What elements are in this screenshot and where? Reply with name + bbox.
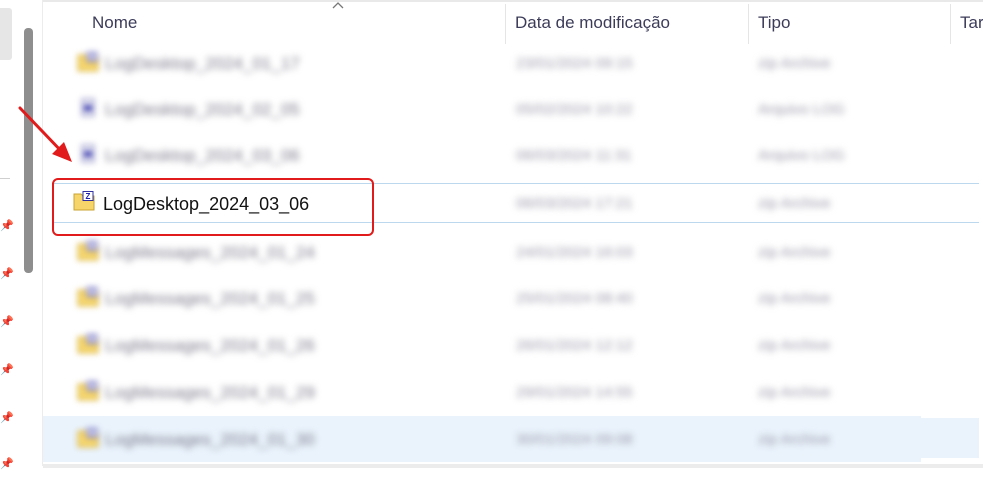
file-date: 26/01/2024 12:12 (516, 337, 633, 354)
file-date: 05/02/2024 10:22 (516, 101, 633, 118)
zip-folder-icon: Z (77, 334, 99, 354)
file-date: 24/01/2024 16:03 (516, 244, 633, 261)
pin-icon[interactable]: 📌 (0, 458, 14, 470)
zip-folder-icon: Z (77, 428, 99, 448)
file-row[interactable]: Z LogMessages_2024_01_29 29/01/2024 14:55 z… (43, 369, 921, 415)
file-row[interactable]: LogDesktop_2024_03_06 06/03/2024 11:31 Arq… (43, 132, 921, 178)
svg-text:Z: Z (90, 288, 95, 297)
pin-icon[interactable]: 📌 (0, 316, 14, 328)
svg-text:Z: Z (90, 335, 95, 344)
hover-row-extension (921, 418, 979, 458)
column-divider[interactable] (748, 4, 749, 44)
file-name: LogDesktop_2024_02_05 (105, 100, 300, 119)
file-type: zip Archive (758, 337, 831, 354)
file-date: 06/03/2024 11:31 (516, 147, 632, 164)
red-arrow-annotation (18, 106, 72, 162)
pin-icon[interactable]: 📌 (0, 364, 14, 376)
svg-text:Z: Z (90, 429, 95, 438)
file-date: 29/01/2024 14:55 (516, 384, 633, 401)
red-highlight-box (52, 178, 374, 236)
file-row[interactable]: Z LogMessages_2024_01_26 26/01/2024 12:12 z… (43, 322, 921, 368)
file-type: Arquivo LOG (758, 147, 845, 164)
file-row[interactable]: Z LogMessages_2024_01_30 30/01/2024 09:08 z… (43, 416, 921, 462)
file-name: LogMessages_2024_01_26 (105, 336, 315, 355)
zip-folder-icon: Z (77, 287, 99, 307)
zip-folder-icon: Z (77, 241, 99, 261)
file-name: LogDesktop_2024_03_06 (105, 146, 300, 165)
column-header: Nome Data de modificação Tipo Tar (43, 2, 983, 44)
zip-folder-icon: Z (77, 52, 99, 72)
file-name: LogMessages_2024_01_30 (105, 430, 315, 449)
column-header-type[interactable]: Tipo (758, 13, 790, 33)
column-header-date[interactable]: Data de modificação (515, 13, 670, 33)
nav-selected-item[interactable] (0, 8, 12, 60)
file-name: LogMessages_2024_01_24 (105, 243, 315, 262)
pin-icon[interactable]: 📌 (0, 268, 14, 280)
column-header-name[interactable]: Nome (92, 13, 137, 33)
file-type: zip Archive (758, 431, 831, 448)
file-row[interactable]: LogDesktop_2024_02_05 05/02/2024 10:22 Arq… (43, 86, 921, 132)
zip-folder-icon: Z (77, 381, 99, 401)
file-date: 06/03/2024 17:21 (516, 195, 633, 212)
pin-icon[interactable]: 📌 (0, 220, 14, 232)
file-name: LogMessages_2024_01_25 (105, 289, 315, 308)
horizontal-scrollbar[interactable] (43, 464, 983, 468)
column-divider[interactable] (950, 4, 951, 44)
column-divider[interactable] (505, 4, 506, 44)
column-header-size[interactable]: Tar (960, 13, 983, 33)
navigation-pane (0, 0, 42, 466)
pin-icon[interactable]: 📌 (0, 412, 14, 424)
nav-separator (0, 178, 10, 179)
file-type: zip Archive (758, 290, 831, 307)
file-date: 23/01/2024 09:15 (516, 55, 633, 72)
file-type: zip Archive (758, 384, 831, 401)
file-row[interactable]: Z LogMessages_2024_01_25 25/01/2024 08:40 z… (43, 275, 921, 321)
file-name: LogDesktop_2024_01_17 (105, 54, 300, 73)
svg-text:Z: Z (90, 382, 95, 391)
file-date: 30/01/2024 09:08 (516, 431, 633, 448)
file-name: LogMessages_2024_01_29 (105, 383, 315, 402)
sort-ascending-icon (332, 2, 344, 9)
file-type: zip Archive (758, 55, 831, 72)
file-type: Arquivo LOG (758, 101, 845, 118)
svg-text:Z: Z (90, 53, 95, 62)
file-type: zip Archive (758, 244, 831, 261)
svg-text:Z: Z (90, 242, 95, 251)
file-type: zip Archive (758, 195, 831, 212)
file-date: 25/01/2024 08:40 (516, 290, 633, 307)
file-row[interactable]: Z LogDesktop_2024_01_17 23/01/2024 09:15 zi… (43, 40, 921, 86)
